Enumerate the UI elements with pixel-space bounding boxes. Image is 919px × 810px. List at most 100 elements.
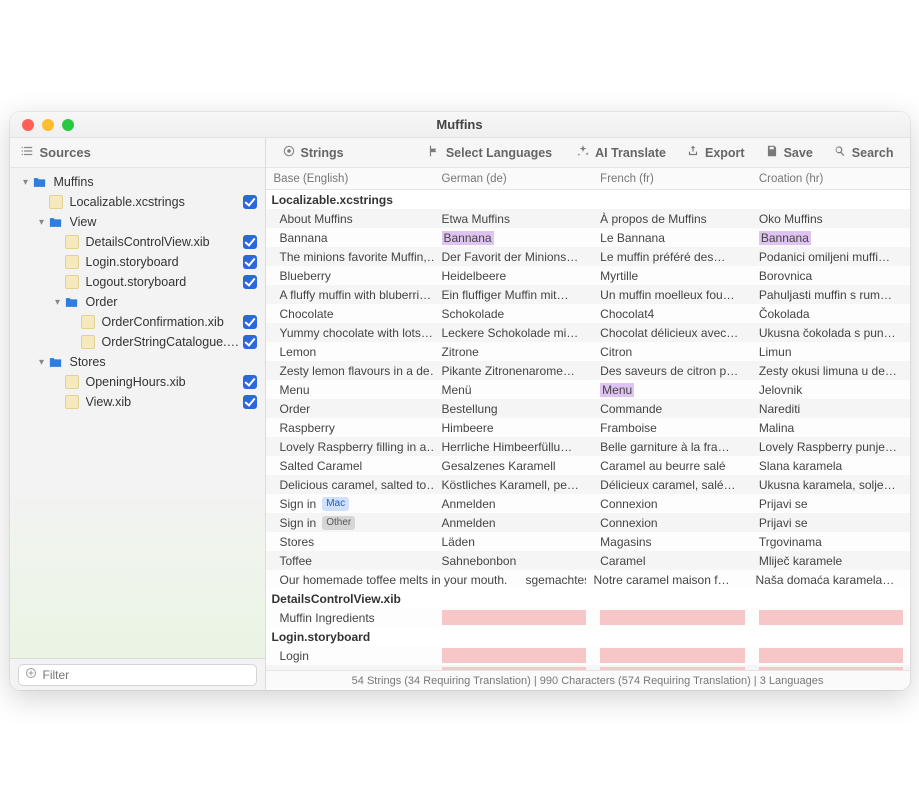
chevron-down-icon[interactable]: ▾	[52, 297, 64, 308]
cell-croatian[interactable]: Podanici omiljeni muffi…	[751, 247, 910, 266]
cell-french[interactable]: Citron	[592, 342, 751, 361]
include-checkbox[interactable]	[243, 255, 257, 269]
include-checkbox[interactable]	[243, 195, 257, 209]
table-row[interactable]: Lovely Raspberry filling in a…Herrliche …	[266, 437, 910, 456]
cell-croatian[interactable]: Čokolada	[751, 304, 910, 323]
table-row[interactable]: BannanaBannanaLe BannanaBannana	[266, 228, 910, 247]
cell-french[interactable]: Délicieux caramel, salé…	[592, 475, 751, 494]
search-button[interactable]: Search	[825, 142, 902, 164]
table-row[interactable]: Our homemade toffee melts in your mouth.…	[266, 570, 910, 589]
table-row[interactable]: Delicious caramel, salted to…Köstliches …	[266, 475, 910, 494]
include-checkbox[interactable]	[243, 335, 257, 349]
cell-german[interactable]: Etwa Muffins	[434, 209, 593, 228]
cell-base[interactable]: Delicious caramel, salted to…	[266, 475, 434, 494]
ai-translate-button[interactable]: AI Translate	[568, 142, 674, 164]
table-row[interactable]: The minions favorite Muffin,…Der Favorit…	[266, 247, 910, 266]
table-row[interactable]: OrderBestellungCommandeNarediti	[266, 399, 910, 418]
cell-base[interactable]: Zesty lemon flavours in a de…	[266, 361, 434, 380]
cell-base[interactable]: The minions favorite Muffin,…	[266, 247, 434, 266]
cell-croatian[interactable]: Ukusna karamela, solje…	[751, 475, 910, 494]
cell-french[interactable]: Belle garniture à la fra…	[592, 437, 751, 456]
column-base[interactable]: Base (English)	[266, 168, 434, 189]
cell-french[interactable]: Des saveurs de citron p…	[592, 361, 751, 380]
filter-input[interactable]	[43, 668, 250, 682]
cell-german[interactable]: Ein fluffiger Muffin mit…	[434, 285, 593, 304]
cell-german[interactable]: Gesalzenes Karamell	[434, 456, 593, 475]
cell-german[interactable]: Anmelden	[434, 513, 593, 532]
cell-french[interactable]: Un muffin moelleux fou…	[592, 285, 751, 304]
cell-german[interactable]: sgemachtes…	[518, 570, 586, 589]
table-row[interactable]: ChocolateSchokoladeChocolat4Čokolada	[266, 304, 910, 323]
tree-item[interactable]: DetailsControlView.xib	[10, 232, 265, 252]
cell-german[interactable]: Leckere Schokolade mi…	[434, 323, 593, 342]
cell-french[interactable]: Connexion	[592, 513, 751, 532]
cell-croatian[interactable]: Slana karamela	[751, 456, 910, 475]
cell-base[interactable]: Salted Caramel	[266, 456, 434, 475]
tree-item[interactable]: ▾Muffins	[10, 172, 265, 192]
cell-croatian[interactable]: Pahuljasti muffin s rum…	[751, 285, 910, 304]
cell-french[interactable]	[592, 608, 751, 627]
table-row[interactable]: Yummy chocolate with lots…Leckere Schoko…	[266, 323, 910, 342]
tree-item[interactable]: OrderConfirmation.xib	[10, 312, 265, 332]
column-french[interactable]: French (fr)	[592, 168, 751, 189]
cell-german[interactable]: Zitrone	[434, 342, 593, 361]
table-row[interactable]: Sign inOtherAnmeldenConnexionPrijavi se	[266, 513, 910, 532]
table-row[interactable]: DetailsControlView.xib	[266, 589, 910, 608]
cell-french[interactable]: Caramel	[592, 551, 751, 570]
cell-base[interactable]: Sign inMac	[266, 494, 434, 513]
cell-french[interactable]: À propos de Muffins	[592, 209, 751, 228]
cell-french[interactable]: Notre caramel maison f…	[586, 570, 748, 589]
cell-french[interactable]: Menu	[592, 380, 751, 399]
cell-french[interactable]: Framboise	[592, 418, 751, 437]
cell-croatian[interactable]: Trgovinama	[751, 532, 910, 551]
include-checkbox[interactable]	[243, 395, 257, 409]
cell-croatian[interactable]: Naša domaća karamela…	[748, 570, 910, 589]
cell-croatian[interactable]: Lovely Raspberry punje…	[751, 437, 910, 456]
include-checkbox[interactable]	[243, 275, 257, 289]
cell-base[interactable]: Toffee	[266, 551, 434, 570]
table-row[interactable]: Muffin Ingredients	[266, 608, 910, 627]
table-row[interactable]: Localizable.xcstrings	[266, 190, 910, 209]
table-row[interactable]: BlueberryHeidelbeereMyrtilleBorovnica	[266, 266, 910, 285]
select-languages-button[interactable]: Select Languages	[419, 142, 560, 164]
cell-base[interactable]: Blueberry	[266, 266, 434, 285]
cell-german[interactable]: Bannana	[434, 228, 593, 247]
cell-french[interactable]: Commande	[592, 399, 751, 418]
table-row[interactable]: StoresLädenMagasinsTrgovinama	[266, 532, 910, 551]
cell-base[interactable]: Sign inOther	[266, 513, 434, 532]
cell-german[interactable]: Anmelden	[434, 494, 593, 513]
cell-german[interactable]: Menü	[434, 380, 593, 399]
cell-base[interactable]: Bannana	[266, 228, 434, 247]
cell-croatian[interactable]: Narediti	[751, 399, 910, 418]
cell-french[interactable]: Chocolat4	[592, 304, 751, 323]
cell-french[interactable]: Magasins	[592, 532, 751, 551]
table-row[interactable]: LemonZitroneCitronLimun	[266, 342, 910, 361]
cell-base[interactable]: Raspberry	[266, 418, 434, 437]
cell-croatian[interactable]	[751, 608, 910, 627]
table-row[interactable]: A fluffy muffin with bluberri…Ein fluffi…	[266, 285, 910, 304]
cell-german[interactable]: Sahnebonbon	[434, 551, 593, 570]
cell-french[interactable]: Connexion	[592, 494, 751, 513]
strings-table[interactable]: Localizable.xcstringsAbout MuffinsEtwa M…	[266, 190, 910, 670]
cell-croatian[interactable]: Malina	[751, 418, 910, 437]
tree-item[interactable]: Localizable.xcstrings	[10, 192, 265, 212]
table-row[interactable]: Sign inMacAnmeldenConnexionPrijavi se	[266, 494, 910, 513]
cell-german[interactable]: Himbeere	[434, 418, 593, 437]
cell-croatian[interactable]: Bannana	[751, 228, 910, 247]
table-row[interactable]: ToffeeSahnebonbonCaramelMliječ karamele	[266, 551, 910, 570]
chevron-down-icon[interactable]: ▾	[36, 217, 48, 228]
cell-base[interactable]: About Muffins	[266, 209, 434, 228]
cell-croatian[interactable]: Ukusna čokolada s pun…	[751, 323, 910, 342]
strings-tab[interactable]: Strings	[274, 142, 352, 164]
cell-base[interactable]: Login	[266, 646, 434, 665]
filter-field[interactable]	[18, 664, 257, 686]
cell-base[interactable]: Chocolate	[266, 304, 434, 323]
cell-french[interactable]: Le Bannana	[592, 228, 751, 247]
cell-croatian[interactable]: Jelovnik	[751, 380, 910, 399]
table-row[interactable]: Login.storyboard	[266, 627, 910, 646]
tree-item[interactable]: ▾Stores	[10, 352, 265, 372]
table-row[interactable]: Salted CaramelGesalzenes KaramellCaramel…	[266, 456, 910, 475]
cell-base[interactable]: Lemon	[266, 342, 434, 361]
cell-croatian[interactable]: Zesty okusi limuna u de…	[751, 361, 910, 380]
cell-german[interactable]: Bestellung	[434, 399, 593, 418]
